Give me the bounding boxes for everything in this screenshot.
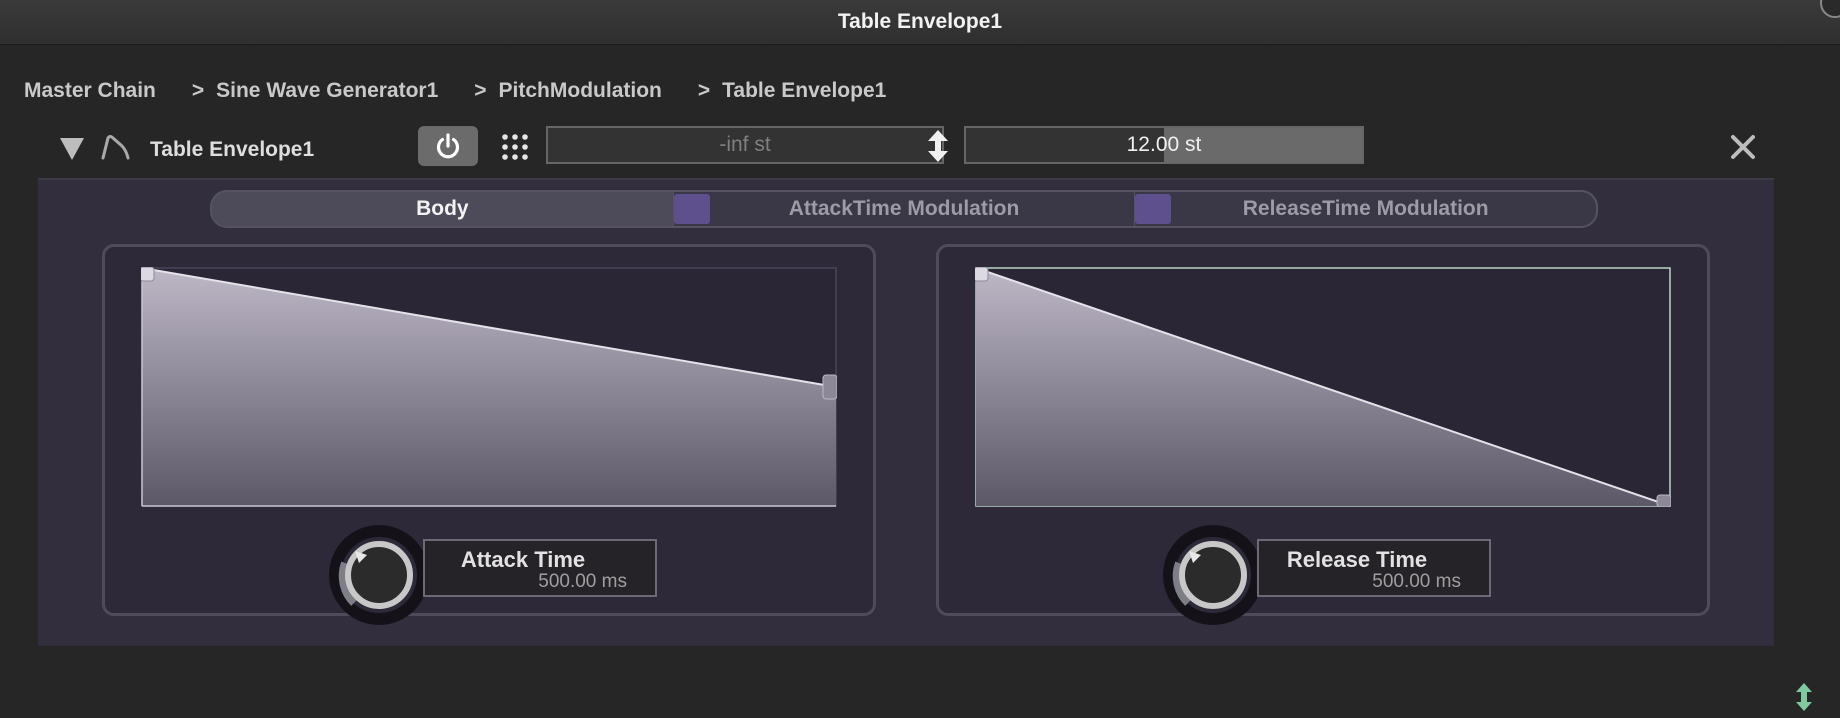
power-icon [436, 133, 460, 159]
bypass-button[interactable] [418, 126, 478, 166]
window-close-button[interactable] [1820, 0, 1840, 18]
attack-time-label: Attack Time [460, 547, 586, 572]
release-time-label: Release Time [1286, 547, 1428, 572]
window-titlebar: Table Envelope1 [0, 0, 1840, 45]
table-point-handle[interactable] [975, 267, 989, 282]
max-range-value: 12.00 st [1126, 133, 1202, 156]
module-container: Table Envelope1 -inf st 12.00 st Body At… [38, 122, 1774, 646]
tab-releasetime-modulation[interactable]: ReleaseTime Modulation [1134, 192, 1596, 226]
tab-label: ReleaseTime Modulation [1242, 197, 1489, 220]
module-body-panel: Body AttackTime Modulation ReleaseTime M… [38, 178, 1774, 646]
table-point-handle[interactable] [1656, 494, 1671, 507]
release-table-editor[interactable] [975, 267, 1671, 507]
attack-table-editor[interactable] [141, 267, 837, 507]
release-time-knob[interactable] [1163, 525, 1263, 625]
module-header: Table Envelope1 -inf st 12.00 st [38, 122, 1774, 178]
dots-grid-icon[interactable] [500, 132, 530, 162]
tab-attacktime-modulation[interactable]: AttackTime Modulation [672, 192, 1135, 226]
table-point-handle[interactable] [141, 267, 155, 282]
min-range-value: -inf st [719, 133, 771, 156]
modulation-color-swatch [1135, 194, 1172, 224]
breadcrumb-separator: > [191, 79, 205, 102]
breadcrumb-separator: > [697, 79, 711, 102]
breadcrumb-separator: > [474, 79, 487, 102]
tab-body[interactable]: Body [212, 192, 673, 226]
breadcrumb-item-table-envelope[interactable]: Table Envelope1 [722, 79, 886, 103]
tab-label: Body [416, 197, 469, 220]
min-range-field[interactable]: -inf st [546, 126, 944, 164]
close-icon[interactable] [1728, 132, 1758, 162]
breadcrumb-item-sine-wave-generator[interactable]: Sine Wave Generator1 [216, 79, 438, 103]
modulation-color-swatch [673, 194, 710, 224]
release-section: Release Time 500.00 ms [936, 244, 1710, 625]
attack-time-knob[interactable] [329, 525, 429, 625]
tab-bar: Body AttackTime Modulation ReleaseTime M… [210, 190, 1598, 228]
attack-time-value: 500.00 ms [538, 571, 627, 592]
max-range-slider[interactable]: 12.00 st [964, 126, 1364, 164]
breadcrumb: Master Chain > Sine Wave Generator1 > Pi… [24, 76, 922, 106]
up-down-arrow-icon[interactable] [924, 128, 952, 164]
release-time-value: 500.00 ms [1372, 571, 1461, 592]
attack-section: Attack Time 500.00 ms [102, 244, 876, 625]
breadcrumb-item-master-chain[interactable]: Master Chain [24, 79, 156, 103]
resize-handle-icon[interactable] [1792, 682, 1816, 712]
attack-time-display[interactable]: Attack Time 500.00 ms [423, 539, 657, 597]
table-point-handle[interactable] [822, 374, 837, 400]
breadcrumb-item-pitch-modulation[interactable]: PitchModulation [499, 79, 662, 103]
envelope-icon [101, 135, 130, 160]
release-time-display[interactable]: Release Time 500.00 ms [1257, 539, 1491, 597]
module-title: Table Envelope1 [150, 138, 315, 161]
collapse-triangle-icon[interactable] [60, 138, 84, 160]
tab-label: AttackTime Modulation [788, 197, 1020, 220]
window-title: Table Envelope1 [837, 10, 1003, 33]
